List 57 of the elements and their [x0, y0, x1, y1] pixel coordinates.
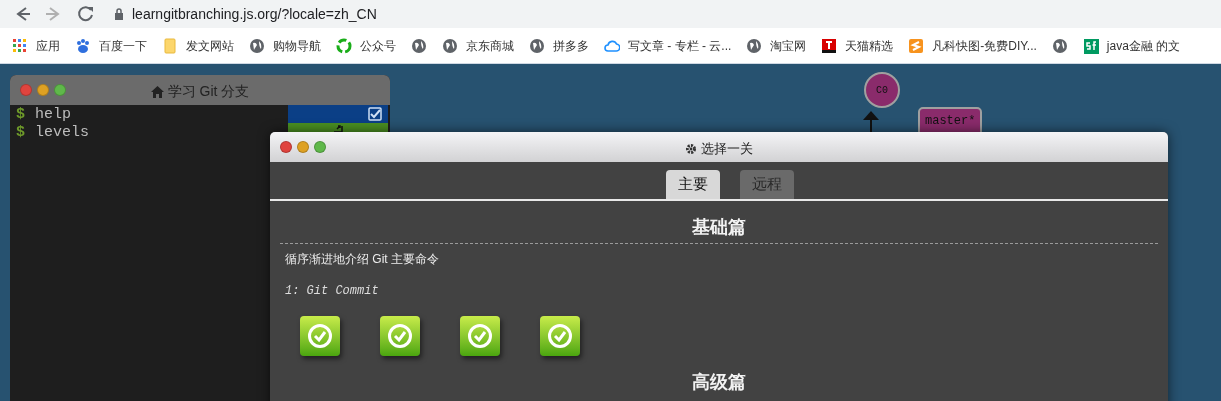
command-text: help	[35, 104, 72, 125]
bookmark-link[interactable]: 凡科快图-免费DIY...	[932, 36, 1037, 55]
folder-icon	[162, 37, 178, 54]
sf-logo-icon	[1082, 37, 1099, 54]
bookmark-link[interactable]: 发文网站	[186, 36, 234, 55]
globe-icon	[746, 37, 763, 54]
lock-icon	[114, 8, 124, 20]
ring-icon	[336, 37, 352, 54]
commit-node: C0	[864, 72, 900, 108]
checkbox-icon	[368, 107, 382, 121]
globe-icon	[249, 37, 265, 54]
level-title: 1: Git Commit	[284, 283, 380, 300]
window-light[interactable]	[314, 141, 326, 153]
bookmark-link[interactable]: 天猫精选	[845, 36, 894, 55]
bookmark-link[interactable]: 公众号	[360, 36, 396, 55]
export-icon	[333, 123, 343, 133]
level-button[interactable]	[540, 316, 580, 356]
t-logo-icon	[821, 37, 838, 54]
apps-grid-icon	[12, 37, 28, 54]
bookmark-link[interactable]: 百度一下	[99, 36, 147, 55]
gear-icon	[685, 142, 697, 155]
s-logo-icon	[908, 37, 925, 54]
checkmark-icon	[547, 323, 573, 349]
window-light[interactable]	[280, 141, 292, 153]
window-light[interactable]	[37, 84, 49, 96]
checkmark-icon	[467, 323, 493, 349]
window-title: 学习 Git 分支	[167, 82, 250, 101]
home-icon	[150, 85, 164, 98]
window-light[interactable]	[54, 84, 66, 96]
globe-icon	[529, 37, 545, 54]
level-button[interactable]	[460, 316, 500, 356]
bookmark-link[interactable]: 拼多多	[553, 36, 589, 55]
checkmark-icon	[387, 323, 413, 349]
bookmark-link[interactable]: 购物导航	[273, 36, 321, 55]
bookmark-link[interactable]: 京东商城	[466, 36, 514, 55]
bookmark-link[interactable]: 应用	[36, 36, 60, 55]
level-button[interactable]	[300, 316, 340, 356]
globe-icon[interactable]	[1051, 37, 1068, 54]
checkmark-icon	[307, 323, 333, 349]
reload-icon	[76, 4, 96, 24]
prompt-symbol: $	[16, 104, 25, 125]
bookmark-link[interactable]: java金融 的文	[1106, 36, 1181, 55]
tab[interactable]: 主要	[666, 170, 720, 199]
section-heading: 基础篇	[691, 215, 747, 239]
bookmark-link[interactable]: 淘宝网	[770, 36, 807, 55]
section-description: 循序渐进地介绍 Git 主要命令	[284, 251, 440, 268]
paw-icon	[75, 37, 91, 54]
level-button[interactable]	[380, 316, 420, 356]
command-text: levels	[35, 122, 90, 143]
dialog-title: 选择一关	[701, 140, 753, 158]
bookmark-link[interactable]: 写文章 - 专栏 - 云...	[628, 36, 732, 55]
section-heading: 高级篇	[691, 370, 747, 394]
prompt-symbol: $	[16, 122, 25, 143]
globe-icon	[442, 37, 458, 54]
globe-icon[interactable]	[411, 37, 427, 54]
url-text[interactable]: learngitbranching.js.org/?locale=zh_CN	[132, 3, 377, 25]
window-light[interactable]	[297, 141, 309, 153]
